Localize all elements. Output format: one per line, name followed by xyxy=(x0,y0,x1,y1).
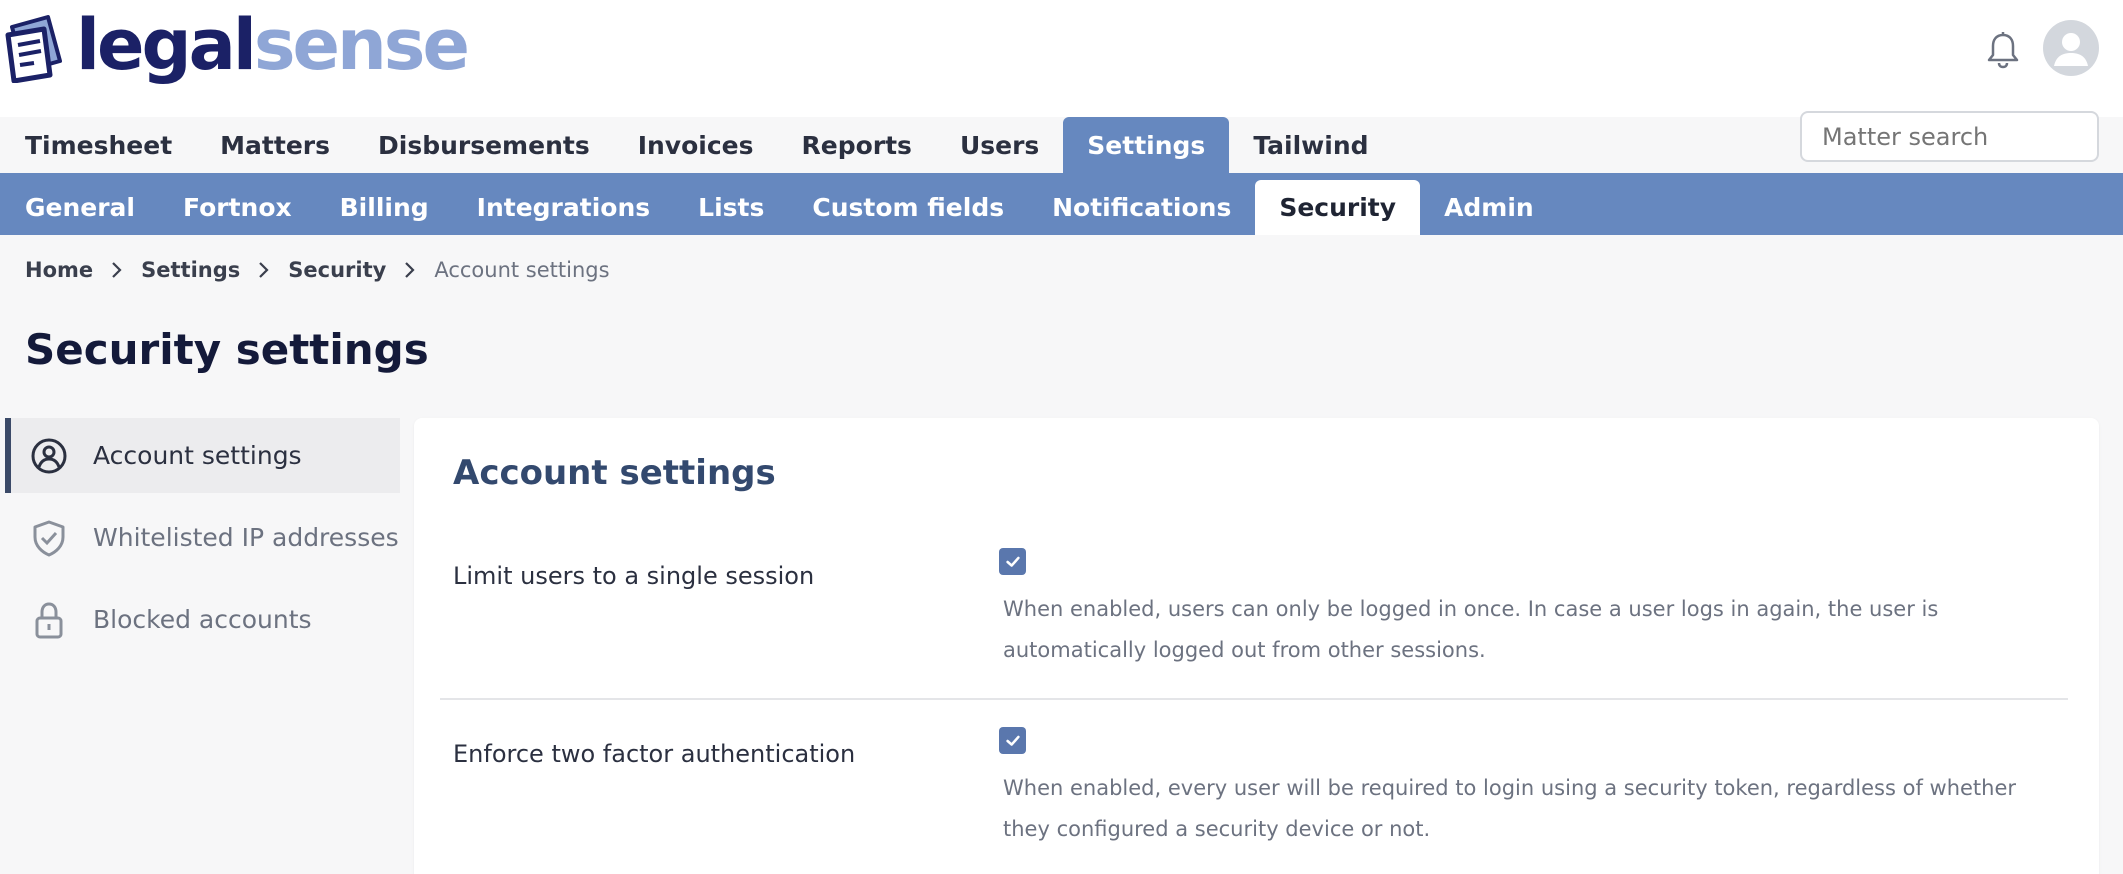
setting-label-single-session: Limit users to a single session xyxy=(453,562,815,590)
main-navigation: Timesheet Matters Disbursements Invoices… xyxy=(0,117,1393,173)
app-page: legalsense Timesheet Matters Disbursemen… xyxy=(0,0,2123,874)
chevron-right-icon xyxy=(405,262,415,278)
sidebar-item-blocked-accounts[interactable]: Blocked accounts xyxy=(5,582,400,657)
setting-description-single-session: When enabled, users can only be logged i… xyxy=(1003,597,1939,662)
shield-check-icon xyxy=(33,520,65,556)
main-tab-settings[interactable]: Settings xyxy=(1063,117,1230,173)
breadcrumb: Home Settings Security Account settings xyxy=(25,255,610,285)
main-tab-users[interactable]: Users xyxy=(936,117,1063,173)
main-tab-reports[interactable]: Reports xyxy=(778,117,936,173)
notification-bell-icon[interactable] xyxy=(1986,31,2020,69)
account-settings-card: Account settings Limit users to a single… xyxy=(414,418,2099,874)
sidebar-item-label: Blocked accounts xyxy=(93,605,312,634)
brand-wordmark: legalsense xyxy=(76,10,470,80)
setting-label-two-factor: Enforce two factor authentication xyxy=(453,740,856,768)
sub-tab-custom-fields[interactable]: Custom fields xyxy=(788,180,1028,235)
brand-name-part2: sense xyxy=(253,4,470,86)
checkmark-icon xyxy=(1005,735,1020,746)
single-session-checkbox[interactable] xyxy=(999,548,1026,575)
user-avatar[interactable] xyxy=(2043,20,2099,76)
main-tab-matters[interactable]: Matters xyxy=(196,117,354,173)
card-title: Account settings xyxy=(453,453,776,493)
chevron-right-icon xyxy=(112,262,122,278)
page-title: Security settings xyxy=(25,325,429,374)
setting-description-two-factor: When enabled, every user will be require… xyxy=(1003,776,2017,841)
matter-search-input[interactable] xyxy=(1800,111,2099,162)
user-circle-icon xyxy=(31,438,67,473)
main-tab-tailwind[interactable]: Tailwind xyxy=(1229,117,1392,173)
user-silhouette-icon xyxy=(2054,33,2088,66)
chevron-right-icon xyxy=(259,262,269,278)
app-header: legalsense xyxy=(0,0,2123,117)
document-logo-icon xyxy=(5,15,62,83)
breadcrumb-security[interactable]: Security xyxy=(288,258,386,282)
sub-tab-fortnox[interactable]: Fortnox xyxy=(159,180,316,235)
breadcrumb-current: Account settings xyxy=(434,258,610,282)
security-sidebar: Account settings Whitelisted IP addresse… xyxy=(5,418,400,664)
brand-logo[interactable]: legalsense xyxy=(4,8,470,88)
sidebar-item-label: Account settings xyxy=(93,441,302,470)
checkmark-icon xyxy=(1005,556,1020,567)
brand-name-part1: legal xyxy=(76,4,257,86)
main-tab-invoices[interactable]: Invoices xyxy=(614,117,778,173)
sidebar-item-whitelisted-ip[interactable]: Whitelisted IP addresses xyxy=(5,500,400,575)
sub-tab-lists[interactable]: Lists xyxy=(674,180,788,235)
sub-tab-admin[interactable]: Admin xyxy=(1420,180,1558,235)
sub-tab-integrations[interactable]: Integrations xyxy=(453,180,674,235)
sub-tab-general[interactable]: General xyxy=(1,180,159,235)
sub-tab-billing[interactable]: Billing xyxy=(316,180,453,235)
two-factor-checkbox[interactable] xyxy=(999,727,1026,754)
lock-icon xyxy=(35,601,63,638)
main-tab-timesheet[interactable]: Timesheet xyxy=(1,117,196,173)
breadcrumb-home[interactable]: Home xyxy=(25,258,93,282)
settings-divider xyxy=(440,698,2068,700)
sidebar-item-label: Whitelisted IP addresses xyxy=(93,523,399,552)
sub-tab-notifications[interactable]: Notifications xyxy=(1028,180,1255,235)
settings-sub-navigation: General Fortnox Billing Integrations Lis… xyxy=(0,173,2123,235)
sub-tab-security[interactable]: Security xyxy=(1255,180,1421,235)
sidebar-item-account-settings[interactable]: Account settings xyxy=(5,418,400,493)
breadcrumb-settings[interactable]: Settings xyxy=(141,258,240,282)
main-tab-disbursements[interactable]: Disbursements xyxy=(354,117,614,173)
